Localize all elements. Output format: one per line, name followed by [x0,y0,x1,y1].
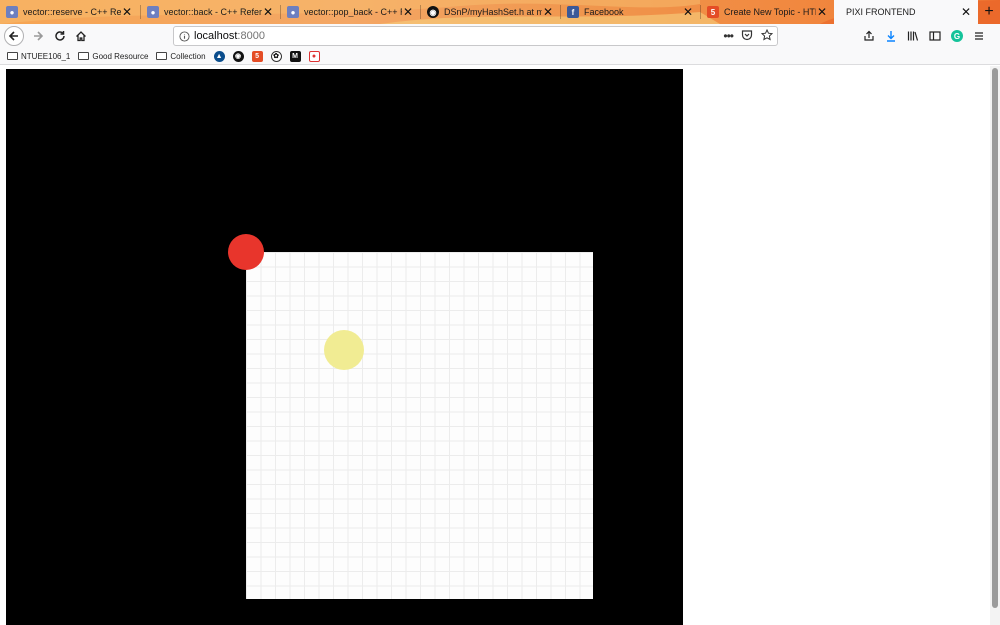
tab-facebook[interactable]: f Facebook ✕ [561,0,700,24]
close-tab-icon[interactable]: ✕ [960,5,972,19]
tab-title: vector::reserve - C++ Refere [23,7,121,17]
close-tab-icon[interactable]: ✕ [542,5,554,19]
pocket-icon[interactable] [741,29,753,44]
url-port: :8000 [237,30,265,42]
bookmark-label: Collection [170,51,206,61]
red-ball[interactable] [228,234,264,270]
close-tab-icon[interactable]: ✕ [402,5,414,19]
tab-vector-pop-back[interactable]: ● vector::pop_back - C++ Refer ✕ [281,0,420,24]
cplusplus-icon: ● [147,6,159,18]
forward-button[interactable] [28,26,48,46]
url-host: localhost [194,30,238,42]
bookmark-folder-ntuee106[interactable]: NTUEE106_1 [7,52,70,61]
tab-title: DSnP/myHashSet.h at mast [444,7,542,17]
openai-icon[interactable]: ✿ [270,50,282,62]
share-icon[interactable] [858,30,880,42]
back-arrow-icon [8,31,18,41]
close-tab-icon[interactable]: ✕ [262,5,274,19]
reload-button[interactable] [50,26,70,46]
bookmarks-toolbar: NTUEE106_1 Good Resource Collection ▲ ◉ … [0,48,1000,65]
reload-icon [55,31,65,41]
menu-icon[interactable] [968,30,990,42]
html5-icon[interactable]: 5 [251,50,263,62]
facebook-icon: f [567,6,579,18]
tab-github-myhashset[interactable]: ◉ DSnP/myHashSet.h at mast ✕ [421,0,560,24]
library-icon[interactable] [902,30,924,42]
tab-title: Facebook [584,7,624,17]
github-icon: ◉ [427,6,439,18]
folder-icon [78,52,90,60]
folder-icon [7,52,18,60]
toolbar-right-icons: G [858,24,990,48]
home-icon [76,31,86,42]
close-tab-icon[interactable]: ✕ [682,5,694,19]
scrollbar-thumb[interactable] [992,68,998,608]
download-icon[interactable] [880,30,902,42]
medium-icon[interactable]: M [289,50,301,62]
html5-icon: 5 [707,6,719,18]
red-app-icon[interactable]: ● [308,50,320,62]
tab-title: vector::pop_back - C++ Refer [304,7,402,17]
grammarly-icon[interactable]: G [946,30,968,42]
new-tab-button[interactable]: + [978,0,1000,24]
forward-arrow-icon [34,31,44,41]
vertical-scrollbar[interactable] [990,66,1000,625]
home-button[interactable] [71,26,91,46]
bookmark-folder-collection[interactable]: Collection [156,51,206,61]
bookmark-label: NTUEE106_1 [21,51,71,61]
page-content [0,66,1000,625]
bookmark-label: Good Resource [92,51,149,61]
bookmark-star-icon[interactable] [760,28,774,44]
tab-title: Create New Topic - HTML5 [724,7,816,17]
close-tab-icon[interactable]: ✕ [816,5,828,19]
tab-strip: ● vector::reserve - C++ Refere ✕ ● vecto… [0,0,1000,24]
yellow-ball[interactable] [324,330,364,370]
page-actions-icon[interactable]: ••• [723,29,734,43]
back-button[interactable] [4,26,24,46]
tab-title: PIXI FRONTEND [846,7,916,17]
cplusplus-icon: ● [287,6,299,18]
tab-vector-reserve[interactable]: ● vector::reserve - C++ Refere ✕ [0,0,139,24]
tab-create-new-topic[interactable]: 5 Create New Topic - HTML5 ✕ [701,0,834,24]
folder-icon [156,52,168,60]
url-bar[interactable]: localhost:8000 ••• [173,26,778,46]
game-board-grid[interactable] [246,252,593,599]
sidebar-icon[interactable] [924,30,946,42]
site-info-icon[interactable] [174,30,194,42]
cplusplus-icon: ● [6,6,18,18]
navigation-toolbar: localhost:8000 ••• G [0,24,1000,48]
pixi-canvas[interactable] [6,69,683,625]
close-tab-icon[interactable]: ✕ [121,5,133,19]
tab-title: vector::back - C++ Reference [164,7,262,17]
tab-vector-back[interactable]: ● vector::back - C++ Reference ✕ [141,0,280,24]
blue-bird-icon[interactable]: ▲ [213,50,225,62]
tab-pixi-frontend[interactable]: PIXI FRONTEND ✕ [834,0,978,24]
github-icon[interactable]: ◉ [232,50,244,62]
bookmark-folder-good-resource[interactable]: Good Resource [78,52,148,61]
